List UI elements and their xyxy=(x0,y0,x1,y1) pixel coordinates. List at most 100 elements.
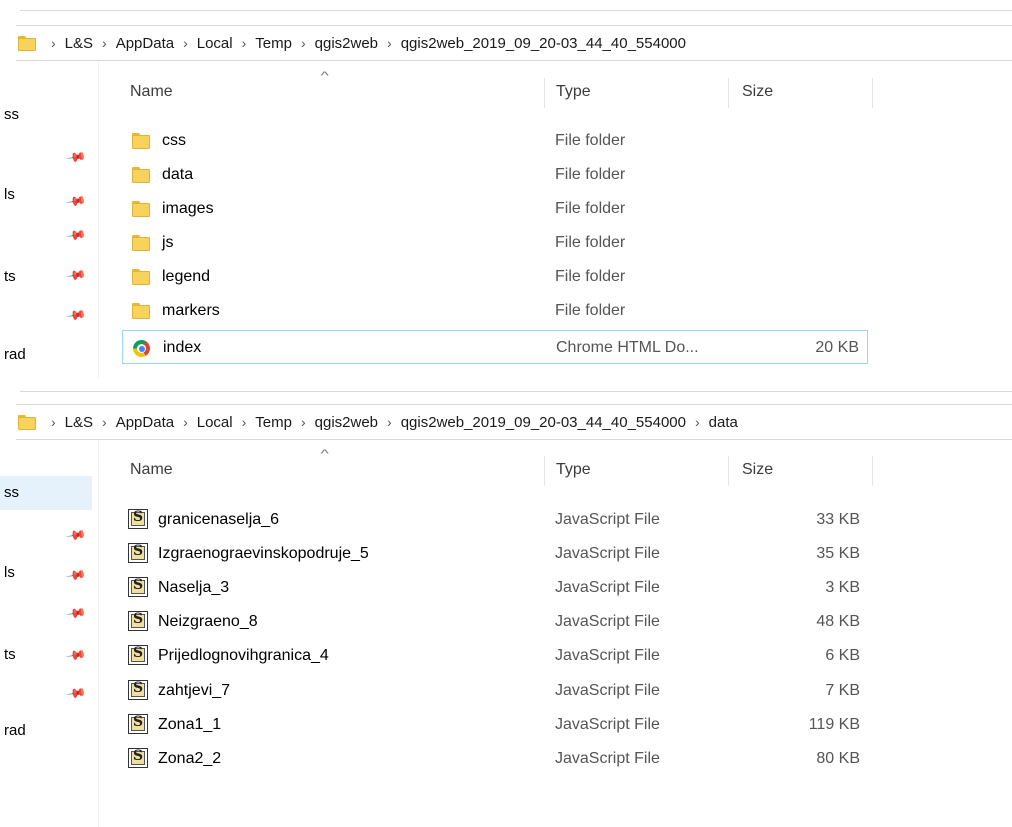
chevron-right-icon[interactable]: › xyxy=(387,35,392,51)
chevron-right-icon[interactable]: › xyxy=(387,414,392,430)
nav-item[interactable]: rad xyxy=(0,714,92,748)
pin-icon[interactable]: 📌 xyxy=(65,524,87,546)
pane-divider xyxy=(98,440,99,827)
folder-icon xyxy=(18,414,36,430)
chevron-right-icon[interactable]: › xyxy=(695,414,700,430)
chevron-right-icon[interactable]: › xyxy=(51,414,56,430)
chevron-right-icon[interactable]: › xyxy=(102,35,107,51)
breadcrumb-item[interactable]: Temp xyxy=(255,35,292,52)
list-item[interactable]: S Naselja_3 JavaScript File 3 KB xyxy=(122,571,868,605)
list-item[interactable]: markers File folder xyxy=(122,294,868,328)
file-name: Neizgraeno_8 xyxy=(158,613,258,630)
pin-icon[interactable]: 📌 xyxy=(65,304,87,326)
list-item[interactable]: S Prijedlognovihgranica_4 JavaScript Fil… xyxy=(122,639,868,673)
folder-icon xyxy=(132,303,150,319)
file-name: Izgraenograevinskopodruje_5 xyxy=(158,545,369,562)
chevron-right-icon[interactable]: › xyxy=(301,35,306,51)
list-item[interactable]: S Zona2_2 JavaScript File 80 KB xyxy=(122,742,868,776)
file-name: Zona1_1 xyxy=(158,716,222,733)
pin-icon[interactable]: 📌 xyxy=(65,224,87,246)
list-item[interactable]: images File folder xyxy=(122,192,868,226)
nav-item[interactable]: ss xyxy=(0,476,92,510)
javascript-file-icon: S xyxy=(128,509,148,529)
file-size: 35 KB xyxy=(816,545,860,562)
file-name: js xyxy=(162,234,174,251)
pin-icon[interactable]: 📌 xyxy=(65,146,87,168)
file-name: Zona2_2 xyxy=(158,750,222,767)
list-item[interactable]: js File folder xyxy=(122,226,868,260)
nav-item-label: ts xyxy=(4,268,16,285)
file-type: File folder xyxy=(555,200,626,217)
nav-item[interactable]: rad xyxy=(0,338,92,372)
column-separator[interactable] xyxy=(872,78,873,108)
breadcrumb-item[interactable]: AppData xyxy=(116,414,174,431)
breadcrumb-item[interactable]: Local xyxy=(197,35,233,52)
explorer-window-top: › L&S › AppData › Local › Temp › qgis2we… xyxy=(0,0,1012,378)
column-header-name[interactable]: Name xyxy=(130,74,173,110)
column-header-name[interactable]: Name xyxy=(130,452,173,488)
address-bar[interactable]: › L&S › AppData › Local › Temp › qgis2we… xyxy=(16,25,1012,61)
sort-ascending-icon[interactable]: ^ xyxy=(320,70,328,82)
folder-icon xyxy=(132,269,150,285)
file-type: File folder xyxy=(555,234,626,251)
breadcrumb-item[interactable]: AppData xyxy=(116,35,174,52)
breadcrumb-item[interactable]: qgis2web xyxy=(315,414,378,431)
file-name: images xyxy=(162,200,214,217)
column-separator[interactable] xyxy=(544,456,545,486)
file-name: index xyxy=(163,339,202,356)
column-separator[interactable] xyxy=(544,78,545,108)
pin-icon[interactable]: 📌 xyxy=(65,682,87,704)
javascript-file-icon: S xyxy=(128,577,148,597)
column-separator[interactable] xyxy=(728,78,729,108)
chevron-right-icon[interactable]: › xyxy=(242,35,247,51)
breadcrumb-item[interactable]: Local xyxy=(197,414,233,431)
list-item[interactable]: S Neizgraeno_8 JavaScript File 48 KB xyxy=(122,605,868,639)
file-name: legend xyxy=(162,268,211,285)
column-header-size[interactable]: Size xyxy=(742,74,773,110)
chevron-right-icon[interactable]: › xyxy=(51,35,56,51)
list-item[interactable]: index Chrome HTML Do... 20 KB xyxy=(122,330,868,364)
list-item[interactable]: S Zona1_1 JavaScript File 119 KB xyxy=(122,708,868,742)
folder-icon xyxy=(132,133,150,149)
list-item[interactable]: S zahtjevi_7 JavaScript File 7 KB xyxy=(122,674,868,708)
breadcrumb-item[interactable]: qgis2web_2019_09_20-03_44_40_554000 xyxy=(401,35,686,52)
file-size: 80 KB xyxy=(816,750,860,767)
list-item[interactable]: css File folder xyxy=(122,124,868,158)
file-type: JavaScript File xyxy=(555,545,660,562)
file-name: Prijedlognovihgranica_4 xyxy=(158,647,329,664)
list-item[interactable]: S granicenaselja_6 JavaScript File 33 KB xyxy=(122,503,868,537)
chevron-right-icon[interactable]: › xyxy=(102,414,107,430)
list-item[interactable]: data File folder xyxy=(122,158,868,192)
folder-icon xyxy=(132,235,150,251)
address-bar[interactable]: › L&S › AppData › Local › Temp › qgis2we… xyxy=(16,404,1012,440)
column-header-size[interactable]: Size xyxy=(742,452,773,488)
file-name: granicenaselja_6 xyxy=(158,511,279,528)
nav-item-label: ls xyxy=(4,564,15,581)
chevron-right-icon[interactable]: › xyxy=(242,414,247,430)
column-separator[interactable] xyxy=(872,456,873,486)
chevron-right-icon[interactable]: › xyxy=(183,35,188,51)
nav-item[interactable]: ss xyxy=(0,98,92,132)
list-item[interactable]: S Izgraenograevinskopodruje_5 JavaScript… xyxy=(122,537,868,571)
chevron-right-icon[interactable]: › xyxy=(183,414,188,430)
breadcrumb-item[interactable]: qgis2web_2019_09_20-03_44_40_554000 xyxy=(401,414,686,431)
breadcrumb-item[interactable]: L&S xyxy=(65,414,93,431)
breadcrumb-item[interactable]: Temp xyxy=(255,414,292,431)
file-type: JavaScript File xyxy=(555,750,660,767)
column-header-type[interactable]: Type xyxy=(556,74,591,110)
file-size: 6 KB xyxy=(825,647,860,664)
column-separator[interactable] xyxy=(728,456,729,486)
breadcrumb-item[interactable]: L&S xyxy=(65,35,93,52)
chevron-right-icon[interactable]: › xyxy=(301,414,306,430)
file-type: File folder xyxy=(555,302,626,319)
sort-ascending-icon[interactable]: ^ xyxy=(320,448,328,460)
breadcrumb-item[interactable]: qgis2web xyxy=(315,35,378,52)
list-item[interactable]: legend File folder xyxy=(122,260,868,294)
file-type: JavaScript File xyxy=(555,716,660,733)
file-type: JavaScript File xyxy=(555,647,660,664)
pin-icon[interactable]: 📌 xyxy=(65,602,87,624)
nav-item-label: ss xyxy=(4,484,19,501)
breadcrumb-item[interactable]: data xyxy=(709,414,738,431)
column-header-type[interactable]: Type xyxy=(556,452,591,488)
file-type: JavaScript File xyxy=(555,579,660,596)
